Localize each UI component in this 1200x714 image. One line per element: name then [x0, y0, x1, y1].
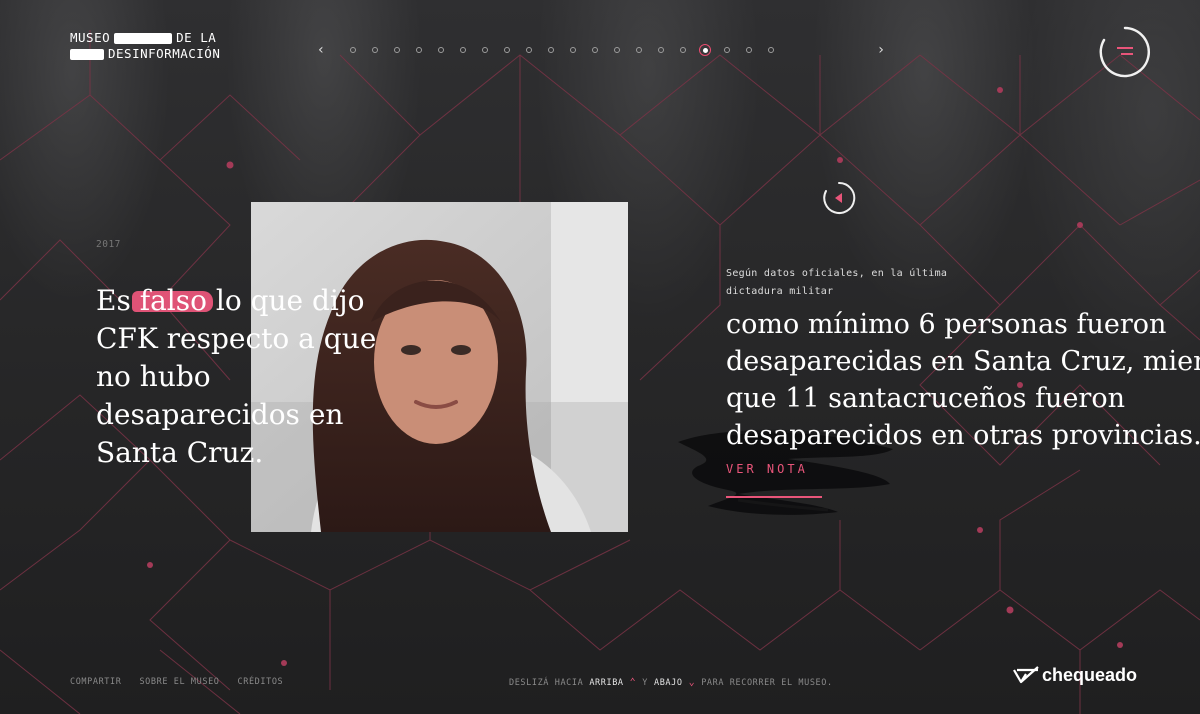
footer-link-sobre-el-museo[interactable]: SOBRE EL MUSEO	[139, 677, 219, 687]
chevron-up-icon: ⌃	[629, 677, 637, 688]
pagination-dot[interactable]	[592, 47, 598, 53]
pagination-dots	[330, 44, 872, 56]
pagination-dot-active[interactable]	[699, 44, 711, 56]
pagination-dot[interactable]	[570, 47, 576, 53]
fact-source-line: Según datos oficiales, en la última	[726, 268, 948, 279]
brand-name: chequeado	[1042, 664, 1138, 685]
pagination-dot[interactable]	[350, 47, 356, 53]
pagination-dot[interactable]	[746, 47, 752, 53]
footer-link-creditos[interactable]: CRÉDITOS	[238, 677, 284, 687]
pagination-dot[interactable]	[416, 47, 422, 53]
pagination-dot[interactable]	[724, 47, 730, 53]
hint-and: Y	[642, 677, 648, 688]
fact-statement: como mínimo 6 personas fueron desapareci…	[726, 306, 1200, 454]
logo-text-museo: MUSEO	[70, 30, 111, 45]
chevron-down-icon: ⌄	[688, 677, 696, 688]
pagination-dot[interactable]	[460, 47, 466, 53]
pagination-dot[interactable]	[504, 47, 510, 53]
logo-text-de-la: DE LA	[176, 30, 217, 45]
exhibit-year: 2017	[96, 239, 121, 250]
museum-logo[interactable]: MUSEO DE LA DESINFORMACIÓN	[70, 30, 220, 62]
fact-source-line: dictadura militar	[726, 286, 834, 297]
fact-source: Según datos oficiales, en la última dict…	[726, 265, 947, 301]
hint-text: DESLIZÁ HACIA	[509, 677, 584, 688]
pagination-dot[interactable]	[658, 47, 664, 53]
chequeado-logo[interactable]: chequeado	[1012, 664, 1137, 686]
logo-redaction-bar	[114, 32, 173, 44]
exhibit-navigation: ‹ ›	[312, 40, 890, 60]
footer-links: COMPARTIR SOBRE EL MUSEO CRÉDITOS	[70, 677, 283, 687]
fact-line: desaparecidas en Santa Cruz, mien	[726, 346, 1200, 377]
hint-down-label: ABAJO	[653, 677, 683, 688]
pagination-dot[interactable]	[482, 47, 488, 53]
fact-line: desaparecidos en otras provincias.	[726, 420, 1200, 451]
logo-redaction-bar	[70, 48, 104, 60]
headline-highlight-falso: falso	[139, 284, 207, 317]
navigation-hint: DESLIZÁ HACIA ARRIBA ⌃ Y ABAJO ⌄ PARA RE…	[509, 677, 833, 688]
fact-line: que 11 santacruceños fueron	[726, 383, 1125, 414]
pagination-dot[interactable]	[526, 47, 532, 53]
fact-line: como mínimo 6 personas fueron	[726, 309, 1167, 340]
chevron-right-icon[interactable]: ›	[872, 42, 890, 58]
exhibit-headline: Es falso lo que dijo CFK respecto a que …	[96, 282, 386, 472]
logo-text-desinformacion: DESINFORMACIÓN	[108, 46, 221, 61]
footer-link-compartir[interactable]: COMPARTIR	[70, 677, 121, 687]
pagination-dot[interactable]	[768, 47, 774, 53]
pagination-dot[interactable]	[372, 47, 378, 53]
hint-text: PARA RECORRER EL MUSEO.	[701, 677, 833, 688]
pagination-dot[interactable]	[438, 47, 444, 53]
rating-badge-icon	[822, 181, 856, 215]
menu-button[interactable]	[1098, 25, 1152, 79]
pagination-dot[interactable]	[680, 47, 686, 53]
hint-up-label: ARRIBA	[589, 677, 624, 688]
pagination-dot[interactable]	[614, 47, 620, 53]
chevron-left-icon[interactable]: ‹	[312, 42, 330, 58]
pagination-dot[interactable]	[394, 47, 400, 53]
menu-icon	[1099, 26, 1151, 78]
ver-nota-underline	[726, 496, 822, 498]
pagination-dot[interactable]	[636, 47, 642, 53]
chequeado-check-icon	[1013, 666, 1039, 684]
ver-nota-link[interactable]: VER NOTA	[726, 462, 808, 476]
pagination-dot[interactable]	[548, 47, 554, 53]
